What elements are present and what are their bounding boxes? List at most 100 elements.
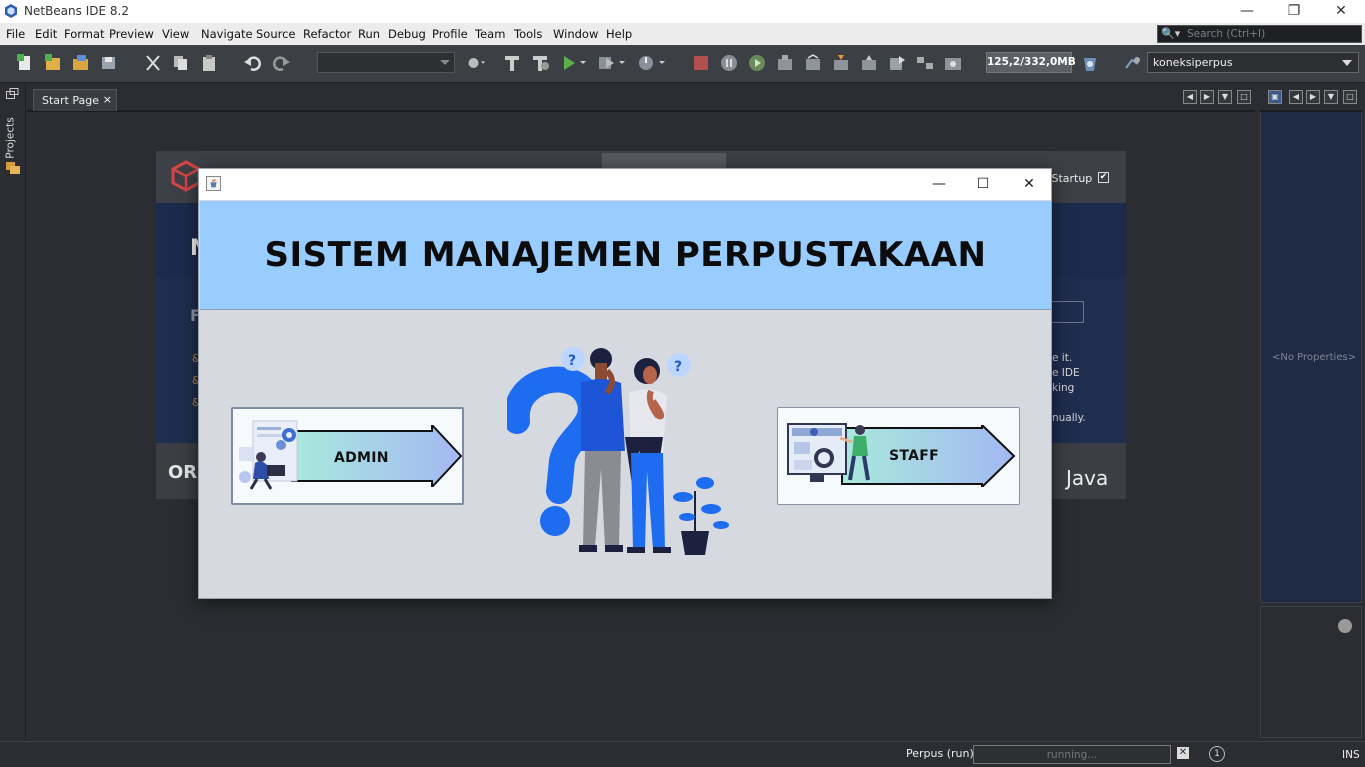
menu-view[interactable]: View — [162, 27, 189, 41]
menu-source[interactable]: Source — [256, 27, 296, 41]
minimize-button[interactable]: — — [1224, 0, 1270, 23]
tab-label: Start Page — [42, 94, 99, 107]
restore-window-group-icon[interactable] — [6, 88, 19, 99]
clean-build-icon[interactable] — [530, 54, 550, 72]
maximize-window-icon[interactable]: □ — [1237, 90, 1251, 104]
insert-mode-indicator: INS — [1342, 749, 1360, 761]
scroll-tabs-left-icon[interactable]: ◀ — [1183, 90, 1197, 104]
new-file-icon[interactable] — [15, 54, 35, 72]
progress-bar[interactable]: running... — [973, 745, 1171, 764]
notifications-icon[interactable]: 1 — [1209, 746, 1225, 762]
menu-file[interactable]: File — [6, 27, 25, 41]
dialog-minimize-button[interactable]: — — [919, 173, 959, 195]
take-snapshot-icon[interactable] — [943, 54, 963, 72]
window-title: NetBeans IDE 8.2 — [24, 4, 129, 18]
new-project-icon[interactable] — [43, 54, 63, 72]
netbeans-logo-icon — [5, 4, 17, 18]
build-config-icon[interactable] — [466, 54, 486, 72]
menu-debug[interactable]: Debug — [388, 27, 426, 41]
start-page-text: king — [1052, 382, 1075, 394]
memory-usage-indicator[interactable]: 125,2/332,0MB — [986, 52, 1076, 73]
no-properties-label: <No Properties> — [1272, 352, 1357, 363]
redo-icon[interactable] — [271, 54, 291, 72]
start-page-text: e IDE — [1052, 367, 1080, 379]
navigator-icon[interactable]: ▣ — [1268, 90, 1282, 104]
system-title: SISTEM MANAJEMEN PERPUSTAKAAN — [264, 235, 987, 275]
save-all-icon[interactable] — [99, 54, 119, 72]
status-indicator-icon — [1338, 619, 1352, 633]
scroll-tabs-right-icon[interactable]: ▶ — [1200, 90, 1214, 104]
debug-icon[interactable] — [596, 54, 628, 72]
cut-icon[interactable] — [143, 54, 163, 72]
confused-people-illustration-icon: ? ? — [507, 347, 729, 555]
properties-panel — [1260, 88, 1362, 603]
close-button[interactable]: ✕ — [1318, 0, 1364, 23]
menu-navigate[interactable]: Navigate — [201, 27, 253, 41]
library-system-dialog: — ☐ ✕ SISTEM MANAJEMEN PERPUSTAKAAN ADMI… — [198, 168, 1052, 599]
stop-icon[interactable] — [691, 54, 711, 72]
menu-run[interactable]: Run — [358, 27, 380, 41]
run-to-cursor-icon[interactable] — [887, 54, 907, 72]
java-logo-text: Java — [1066, 466, 1109, 490]
restore-button[interactable]: ❐ — [1271, 0, 1317, 23]
profile-icon[interactable] — [636, 54, 668, 72]
connection-dropdown[interactable]: koneksiperpus — [1147, 52, 1359, 73]
step-over-icon[interactable] — [775, 54, 795, 72]
progress-text: running... — [1046, 749, 1098, 761]
left-sidebar — [0, 84, 26, 744]
staff-button[interactable]: STAFF — [777, 407, 1020, 505]
cancel-process-button[interactable]: ✕ — [1177, 747, 1189, 759]
start-page-field[interactable] — [1050, 301, 1084, 323]
menu-window[interactable]: Window — [553, 27, 598, 41]
scroll-right-icon[interactable]: ▶ — [1306, 90, 1320, 104]
show-opened-documents-icon[interactable]: ▼ — [1218, 90, 1232, 104]
staff-illustration-icon — [787, 423, 870, 482]
database-connection-icon — [1125, 57, 1140, 69]
menu-edit[interactable]: Edit — [35, 27, 57, 41]
panel-maximize-icon[interactable]: □ — [1343, 90, 1357, 104]
dialog-close-button[interactable]: ✕ — [1009, 173, 1049, 195]
menu-preview[interactable]: Preview — [109, 27, 154, 41]
step-out-icon[interactable] — [859, 54, 879, 72]
dialog-maximize-button[interactable]: ☐ — [963, 173, 1003, 195]
tab-start-page[interactable]: Start Page × — [33, 89, 117, 111]
projects-tab[interactable]: Projects — [2, 117, 22, 163]
search-input[interactable]: 🔍▾ Search (Ctrl+I) — [1157, 25, 1362, 43]
java-cup-icon — [206, 176, 221, 191]
step-into-icon[interactable] — [831, 54, 851, 72]
admin-button-label: ADMIN — [334, 450, 389, 466]
undo-icon[interactable] — [243, 54, 263, 72]
admin-button[interactable]: ADMIN — [231, 407, 464, 505]
menu-help[interactable]: Help — [606, 27, 632, 41]
configuration-dropdown[interactable] — [317, 52, 455, 73]
running-process-label: Perpus (run) — [906, 747, 974, 760]
continue-icon[interactable] — [747, 54, 767, 72]
tab-close-icon[interactable]: × — [103, 93, 112, 106]
apply-changes-icon[interactable] — [915, 54, 935, 72]
dialog-title-bar: — ☐ ✕ — [199, 169, 1051, 200]
copy-icon[interactable] — [171, 54, 191, 72]
menu-format[interactable]: Format — [64, 27, 105, 41]
step-over-expr-icon[interactable] — [803, 54, 823, 72]
panel-menu-icon[interactable]: ▼ — [1324, 90, 1338, 104]
paste-icon[interactable] — [199, 54, 219, 72]
pause-icon[interactable] — [719, 54, 739, 72]
search-placeholder: Search (Ctrl+I) — [1187, 28, 1266, 40]
menu-team[interactable]: Team — [475, 27, 505, 41]
dialog-header-banner: SISTEM MANAJEMEN PERPUSTAKAAN — [200, 201, 1051, 310]
start-page-text: nually. — [1052, 412, 1086, 424]
start-page-text: e it. — [1052, 352, 1073, 364]
menu-refactor[interactable]: Refactor — [303, 27, 351, 41]
show-on-startup-checkbox[interactable]: ✔ — [1098, 172, 1109, 183]
scroll-left-icon[interactable]: ◀ — [1289, 90, 1303, 104]
gc-icon[interactable] — [1080, 54, 1100, 72]
projects-tab-label: Projects — [4, 117, 17, 159]
run-icon[interactable] — [560, 54, 588, 72]
build-icon[interactable] — [502, 54, 522, 72]
open-project-icon[interactable] — [71, 54, 91, 72]
ide-title-bar: NetBeans IDE 8.2 — ❐ ✕ — [0, 0, 1365, 23]
menu-tools[interactable]: Tools — [514, 27, 542, 41]
admin-illustration-icon — [239, 420, 298, 490]
projects-icon — [6, 162, 20, 174]
menu-profile[interactable]: Profile — [432, 27, 468, 41]
